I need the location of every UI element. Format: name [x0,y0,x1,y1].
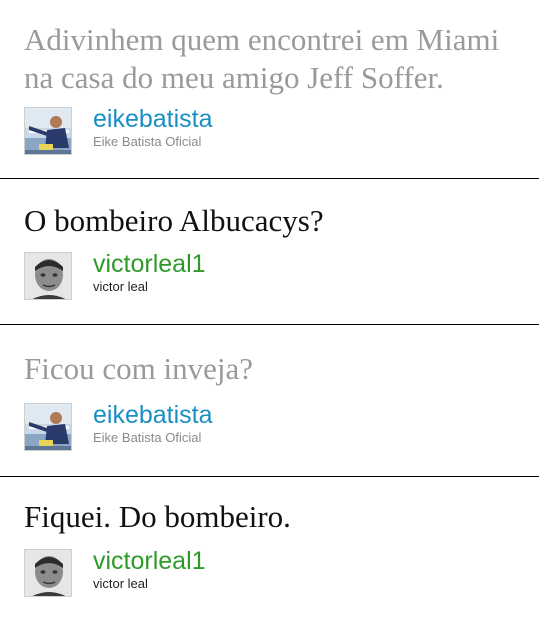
tweet-text-line: Adivinhem quem encontrei em Miami [24,22,500,57]
author-handle[interactable]: eikebatista [93,400,213,430]
victor-avatar-icon [25,550,71,596]
eike-avatar-icon [25,404,71,450]
author-name: Eike Batista Oficial [93,430,202,445]
avatar[interactable] [24,403,72,451]
tweet-text-line: Fiquei. Do bombeiro. [24,499,291,534]
author-name: Eike Batista Oficial [93,134,202,149]
tweet-text-line: na casa do meu amigo Jeff Soffer. [24,60,444,95]
author-name: victor leal [93,576,148,591]
eike-avatar-icon [25,108,71,154]
author-handle[interactable]: victorleal1 [93,249,206,279]
author-handle[interactable]: eikebatista [93,104,213,134]
author-name: victor leal [93,279,148,294]
divider [0,476,539,477]
divider [0,178,539,179]
avatar[interactable] [24,549,72,597]
divider [0,324,539,325]
avatar[interactable] [24,252,72,300]
victor-avatar-icon [25,253,71,299]
tweet-text-line: Ficou com inveja? [24,351,253,386]
avatar[interactable] [24,107,72,155]
tweet-text-line: O bombeiro Albucacys? [24,203,324,238]
author-handle[interactable]: victorleal1 [93,546,206,576]
